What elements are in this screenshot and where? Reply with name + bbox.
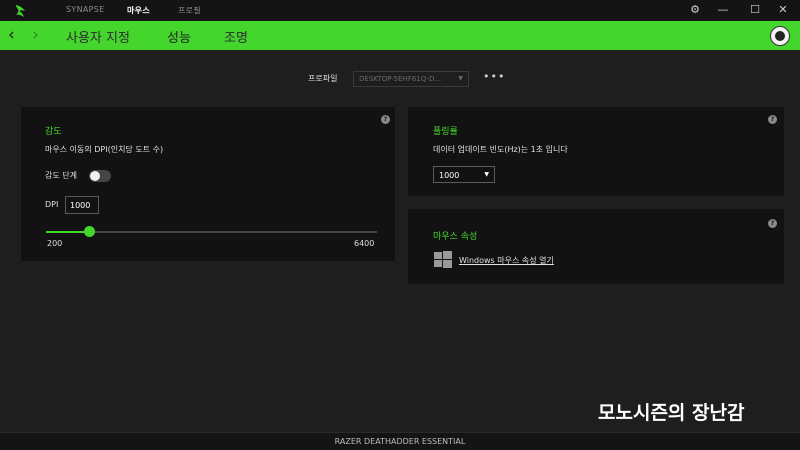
windows-logo-icon bbox=[434, 251, 452, 268]
nav-performance[interactable]: 성능 bbox=[167, 27, 191, 46]
status-bar: RAZER DEATHADDER ESSENTIAL bbox=[0, 432, 800, 450]
dpi-label: DPI bbox=[45, 200, 59, 209]
caret-down-icon: ▼ bbox=[484, 171, 489, 178]
profile-select[interactable]: DESKTOP-5EHF61Q-D... ▼ bbox=[353, 71, 469, 87]
close-icon[interactable]: ✕ bbox=[776, 3, 790, 17]
sensitivity-stages-label: 감도 단계 bbox=[45, 171, 77, 180]
polling-description: 데이터 업데이트 빈도(Hz)는 1초 입니다 bbox=[433, 145, 568, 154]
help-icon[interactable]: ? bbox=[381, 115, 390, 124]
tab-mouse[interactable]: 마우스 bbox=[127, 5, 150, 16]
more-options-icon[interactable]: ••• bbox=[483, 70, 505, 83]
sensitivity-title: 감도 bbox=[45, 127, 62, 137]
sensitivity-card: ? 감도 마우스 이동의 DPI(인치당 도트 수) 감도 단계 DPI 100… bbox=[21, 107, 395, 261]
dpi-slider-track[interactable] bbox=[46, 231, 377, 233]
dpi-slider-min: 200 bbox=[47, 239, 63, 248]
dpi-slider-handle[interactable] bbox=[83, 226, 95, 237]
help-icon[interactable]: ? bbox=[768, 115, 777, 124]
polling-title: 폴링률 bbox=[433, 127, 458, 137]
sensitivity-stages-toggle[interactable] bbox=[89, 170, 111, 182]
open-windows-mouse-properties-link[interactable]: Windows 마우스 속성 열기 bbox=[459, 255, 554, 266]
mouse-properties-title: 마우스 속성 bbox=[433, 232, 478, 242]
chevron-left-icon[interactable]: ‹ bbox=[8, 25, 15, 45]
nav-customize[interactable]: 사용자 지정 bbox=[66, 27, 130, 46]
mouse-properties-card: ? 마우스 속성 Windows 마우스 속성 열기 bbox=[408, 209, 784, 284]
avatar[interactable] bbox=[770, 26, 790, 46]
device-name: RAZER DEATHADDER ESSENTIAL bbox=[334, 437, 466, 446]
watermark-text: 모노시즌의 장난감 bbox=[598, 402, 745, 424]
nav-bar: ‹ › 사용자 지정 성능 조명 bbox=[0, 21, 800, 50]
maximize-icon[interactable]: ☐ bbox=[748, 3, 762, 17]
minimize-icon[interactable]: — bbox=[716, 3, 730, 17]
sensitivity-description: 마우스 이동의 DPI(인치당 도트 수) bbox=[45, 145, 164, 154]
help-icon[interactable]: ? bbox=[768, 219, 777, 228]
polling-card: ? 폴링률 데이터 업데이트 빈도(Hz)는 1초 입니다 1000 ▼ bbox=[408, 107, 784, 196]
tab-profile[interactable]: 프로필 bbox=[178, 5, 201, 16]
razer-logo-icon[interactable] bbox=[13, 3, 29, 19]
title-bar: SYNAPSE 마우스 프로필 ⚙ — ☐ ✕ bbox=[0, 0, 800, 21]
caret-down-icon: ▼ bbox=[458, 75, 463, 82]
gear-icon[interactable]: ⚙ bbox=[688, 3, 702, 17]
polling-select-value: 1000 bbox=[439, 171, 460, 180]
dpi-input[interactable]: 1000 bbox=[65, 196, 99, 214]
polling-select[interactable]: 1000 ▼ bbox=[433, 166, 495, 183]
tab-synapse[interactable]: SYNAPSE bbox=[66, 5, 104, 14]
dpi-slider-max: 6400 bbox=[354, 239, 375, 248]
nav-lighting[interactable]: 조명 bbox=[224, 27, 248, 46]
dpi-slider-fill bbox=[46, 231, 89, 233]
chevron-right-icon[interactable]: › bbox=[32, 25, 39, 45]
profile-select-value: DESKTOP-5EHF61Q-D... bbox=[359, 75, 442, 83]
profile-label: 프로파일 bbox=[308, 74, 338, 83]
